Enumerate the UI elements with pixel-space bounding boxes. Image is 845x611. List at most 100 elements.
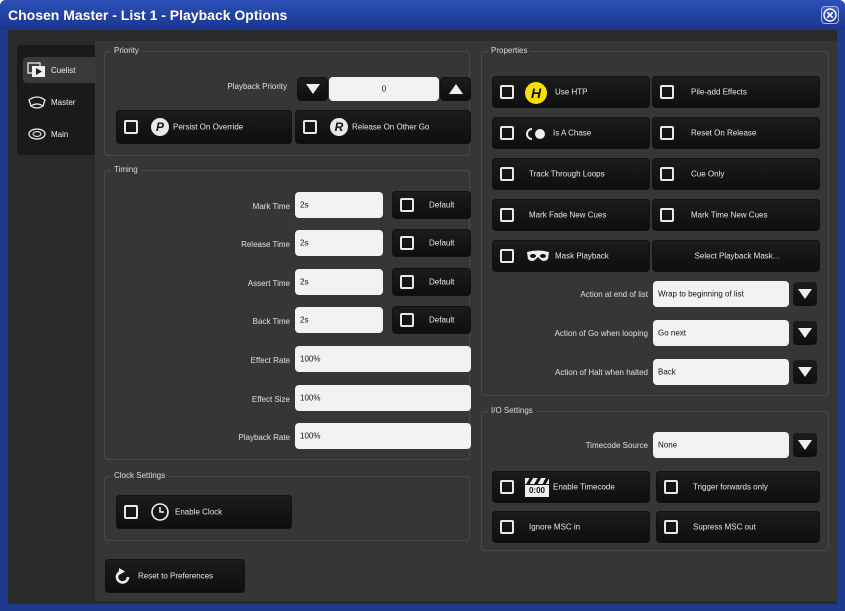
action-go-dropdown-button[interactable] bbox=[793, 321, 817, 345]
timecode-source-select[interactable]: None bbox=[653, 432, 789, 458]
playback-rate-field[interactable]: 100% bbox=[295, 423, 471, 449]
release-time-field[interactable]: 2s bbox=[295, 230, 383, 256]
trigger-forwards-label: Trigger forwards only bbox=[693, 482, 768, 492]
action-go-looping-label: Action of Go when looping bbox=[554, 329, 648, 338]
is-a-chase-checkbox[interactable] bbox=[500, 126, 514, 140]
action-halt-dropdown-button[interactable] bbox=[793, 360, 817, 384]
title-bar[interactable]: Chosen Master - List 1 - Playback Option… bbox=[0, 0, 845, 30]
release-time-default-checkbox[interactable] bbox=[400, 236, 414, 250]
mark-fade-new-cues-checkbox[interactable] bbox=[500, 208, 514, 222]
reset-label: Reset to Preferences bbox=[138, 571, 214, 581]
priority-value-field[interactable]: 0 bbox=[329, 77, 439, 101]
assert-time-field[interactable]: 2s bbox=[295, 269, 383, 295]
supress-msc-out-toggle[interactable]: Supress MSC out bbox=[656, 511, 820, 543]
use-htp-checkbox[interactable] bbox=[500, 85, 514, 99]
assert-time-default-toggle[interactable]: Default bbox=[392, 268, 471, 296]
action-halt-select[interactable]: Back bbox=[653, 359, 789, 385]
assert-time-default-label: Default bbox=[429, 277, 455, 287]
trigger-forwards-only-toggle[interactable]: Trigger forwards only bbox=[656, 471, 820, 503]
options-panel: Priority Playback Priority 0 P Persist O… bbox=[95, 41, 837, 601]
reset-on-release-toggle[interactable]: Reset On Release bbox=[652, 117, 820, 149]
assert-time-default-checkbox[interactable] bbox=[400, 275, 414, 289]
mask-playback-checkbox[interactable] bbox=[500, 249, 514, 263]
timing-group-title: Timing bbox=[111, 165, 141, 174]
release-time-label: Release Time bbox=[241, 240, 290, 249]
chevron-down-icon bbox=[798, 440, 812, 450]
mask-playback-toggle[interactable]: Mask Playback bbox=[492, 240, 650, 272]
mark-time-new-cues-toggle[interactable]: Mark Time New Cues bbox=[652, 199, 820, 231]
select-playback-mask-label: Select Playback Mask... bbox=[694, 251, 780, 261]
tab-main[interactable]: Main bbox=[23, 121, 101, 147]
main-icon bbox=[28, 128, 46, 140]
enable-clock-toggle[interactable]: Enable Clock bbox=[116, 495, 292, 529]
mask-playback-label: Mask Playback bbox=[555, 251, 609, 261]
reset-to-preferences-button[interactable]: Reset to Preferences bbox=[105, 559, 245, 593]
tab-master[interactable]: Master bbox=[23, 89, 101, 115]
mark-time-field[interactable]: 2s bbox=[295, 192, 383, 218]
close-button[interactable] bbox=[821, 6, 839, 24]
cue-only-toggle[interactable]: Cue Only bbox=[652, 158, 820, 190]
pile-add-checkbox[interactable] bbox=[660, 85, 674, 99]
enable-clock-checkbox[interactable] bbox=[124, 505, 138, 519]
back-time-label: Back Time bbox=[252, 317, 290, 326]
effect-rate-label: Effect Rate bbox=[250, 356, 290, 365]
effect-size-field[interactable]: 100% bbox=[295, 385, 471, 411]
clock-settings-group: Clock Settings Enable Clock bbox=[104, 471, 470, 541]
supress-msc-checkbox[interactable] bbox=[664, 520, 678, 534]
back-time-default-label: Default bbox=[429, 315, 455, 325]
release-on-other-go-toggle[interactable]: R Release On Other Go bbox=[295, 110, 471, 144]
chevron-down-icon bbox=[798, 367, 812, 377]
mark-time-new-cues-checkbox[interactable] bbox=[660, 208, 674, 222]
mark-time-default-toggle[interactable]: Default bbox=[392, 191, 471, 219]
effect-rate-value: 100% bbox=[300, 354, 321, 364]
release-time-default-label: Default bbox=[429, 238, 455, 248]
properties-group: Properties H Use HTP Pile-add Effects Is… bbox=[481, 46, 829, 396]
tab-cuelist[interactable]: Cuelist bbox=[23, 57, 101, 83]
timecode-source-value: None bbox=[658, 440, 678, 450]
back-time-default-toggle[interactable]: Default bbox=[392, 306, 471, 334]
cue-only-checkbox[interactable] bbox=[660, 167, 674, 181]
release-checkbox[interactable] bbox=[303, 120, 317, 134]
priority-decrease-button[interactable] bbox=[297, 77, 328, 101]
master-icon bbox=[28, 96, 46, 109]
pile-add-effects-toggle[interactable]: Pile-add Effects bbox=[652, 76, 820, 108]
effect-size-value: 100% bbox=[300, 393, 321, 403]
action-go-looping-select[interactable]: Go next bbox=[653, 320, 789, 346]
mark-fade-new-cues-toggle[interactable]: Mark Fade New Cues bbox=[492, 199, 650, 231]
track-through-loops-checkbox[interactable] bbox=[500, 167, 514, 181]
effect-rate-field[interactable]: 100% bbox=[295, 346, 471, 372]
persist-label: Persist On Override bbox=[173, 122, 244, 132]
is-a-chase-toggle[interactable]: Is A Chase bbox=[492, 117, 650, 149]
tab-master-label: Master bbox=[51, 98, 76, 107]
mark-time-default-label: Default bbox=[429, 200, 455, 210]
trigger-forwards-checkbox[interactable] bbox=[664, 480, 678, 494]
track-through-loops-toggle[interactable]: Track Through Loops bbox=[492, 158, 650, 190]
action-end-dropdown-button[interactable] bbox=[793, 282, 817, 306]
enable-timecode-checkbox[interactable] bbox=[500, 480, 514, 494]
release-time-default-toggle[interactable]: Default bbox=[392, 229, 471, 257]
persist-checkbox[interactable] bbox=[124, 120, 138, 134]
ignore-msc-in-toggle[interactable]: Ignore MSC in bbox=[492, 511, 650, 543]
ignore-msc-checkbox[interactable] bbox=[500, 520, 514, 534]
mark-time-default-checkbox[interactable] bbox=[400, 198, 414, 212]
priority-increase-button[interactable] bbox=[440, 77, 471, 101]
action-end-of-list-select[interactable]: Wrap to beginning of list bbox=[653, 281, 789, 307]
back-time-default-checkbox[interactable] bbox=[400, 313, 414, 327]
persist-on-override-toggle[interactable]: P Persist On Override bbox=[116, 110, 292, 144]
use-htp-toggle[interactable]: H Use HTP bbox=[492, 76, 650, 108]
reset-on-release-checkbox[interactable] bbox=[660, 126, 674, 140]
dialog-window: Chosen Master - List 1 - Playback Option… bbox=[0, 0, 845, 611]
enable-timecode-toggle[interactable]: 0:00 Enable Timecode bbox=[492, 471, 650, 503]
playback-rate-label: Playback Rate bbox=[238, 433, 290, 442]
priority-value: 0 bbox=[381, 84, 387, 94]
properties-group-title: Properties bbox=[488, 46, 531, 55]
tab-main-label: Main bbox=[51, 130, 69, 139]
chevron-down-icon bbox=[798, 328, 812, 338]
back-time-field[interactable]: 2s bbox=[295, 307, 383, 333]
timecode-source-dropdown-button[interactable] bbox=[793, 433, 817, 457]
clock-group-title: Clock Settings bbox=[111, 471, 169, 480]
track-through-loops-label: Track Through Loops bbox=[529, 169, 605, 179]
select-playback-mask-button[interactable]: Select Playback Mask... bbox=[652, 240, 820, 272]
enable-timecode-label: Enable Timecode bbox=[553, 482, 615, 492]
action-end-of-list-label: Action at end of list bbox=[580, 290, 648, 299]
